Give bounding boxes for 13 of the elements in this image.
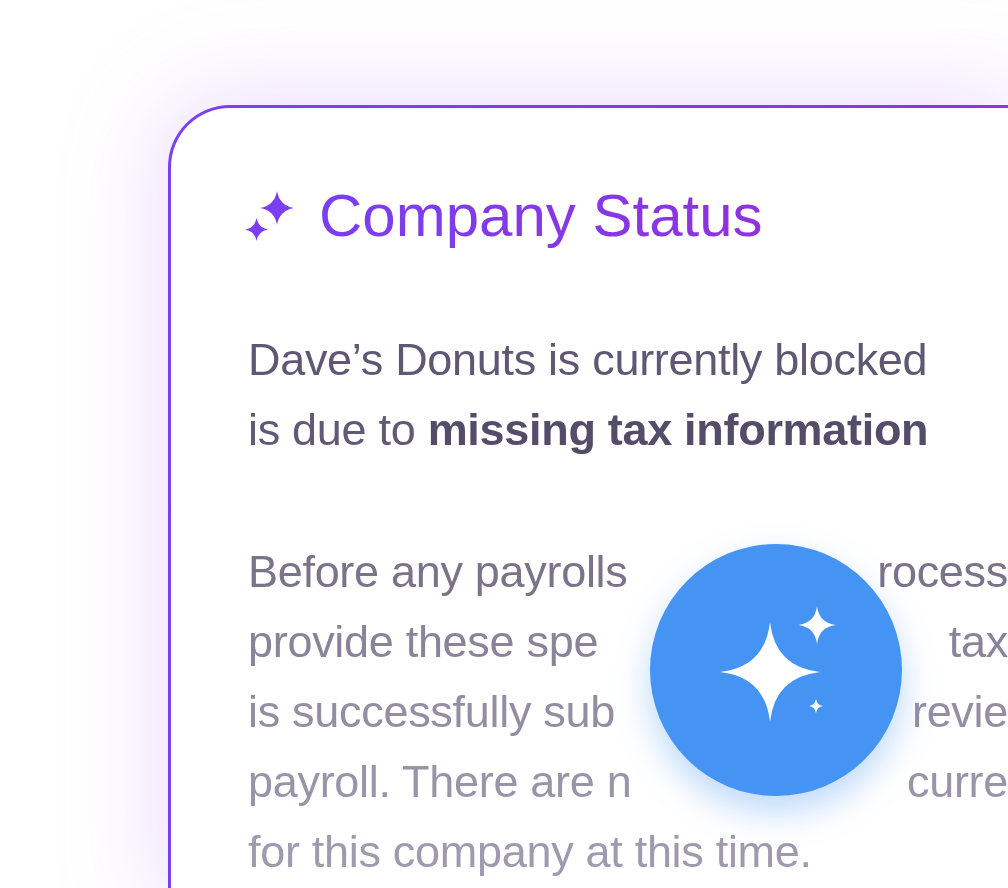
paragraph-text: payroll. There are n — [248, 755, 632, 809]
paragraph-text: tax — [948, 615, 1008, 669]
paragraph-text: provide these spe — [248, 615, 599, 669]
paragraph-text: for this company at this time. — [248, 825, 812, 879]
paragraph-text: is successfully sub — [248, 685, 615, 739]
paragraph-text: rocess — [877, 545, 1008, 599]
paragraph-text: Before any payrolls — [248, 545, 628, 599]
paragraph-text: revie — [911, 685, 1008, 739]
paragraph-text: is due to missing tax information — [248, 403, 929, 457]
sparkles-icon — [720, 606, 836, 722]
sparkles-icon — [245, 191, 295, 241]
paragraph-text: curre — [906, 755, 1008, 809]
paragraph-text: Dave’s Donuts is currently blocked — [248, 333, 928, 387]
